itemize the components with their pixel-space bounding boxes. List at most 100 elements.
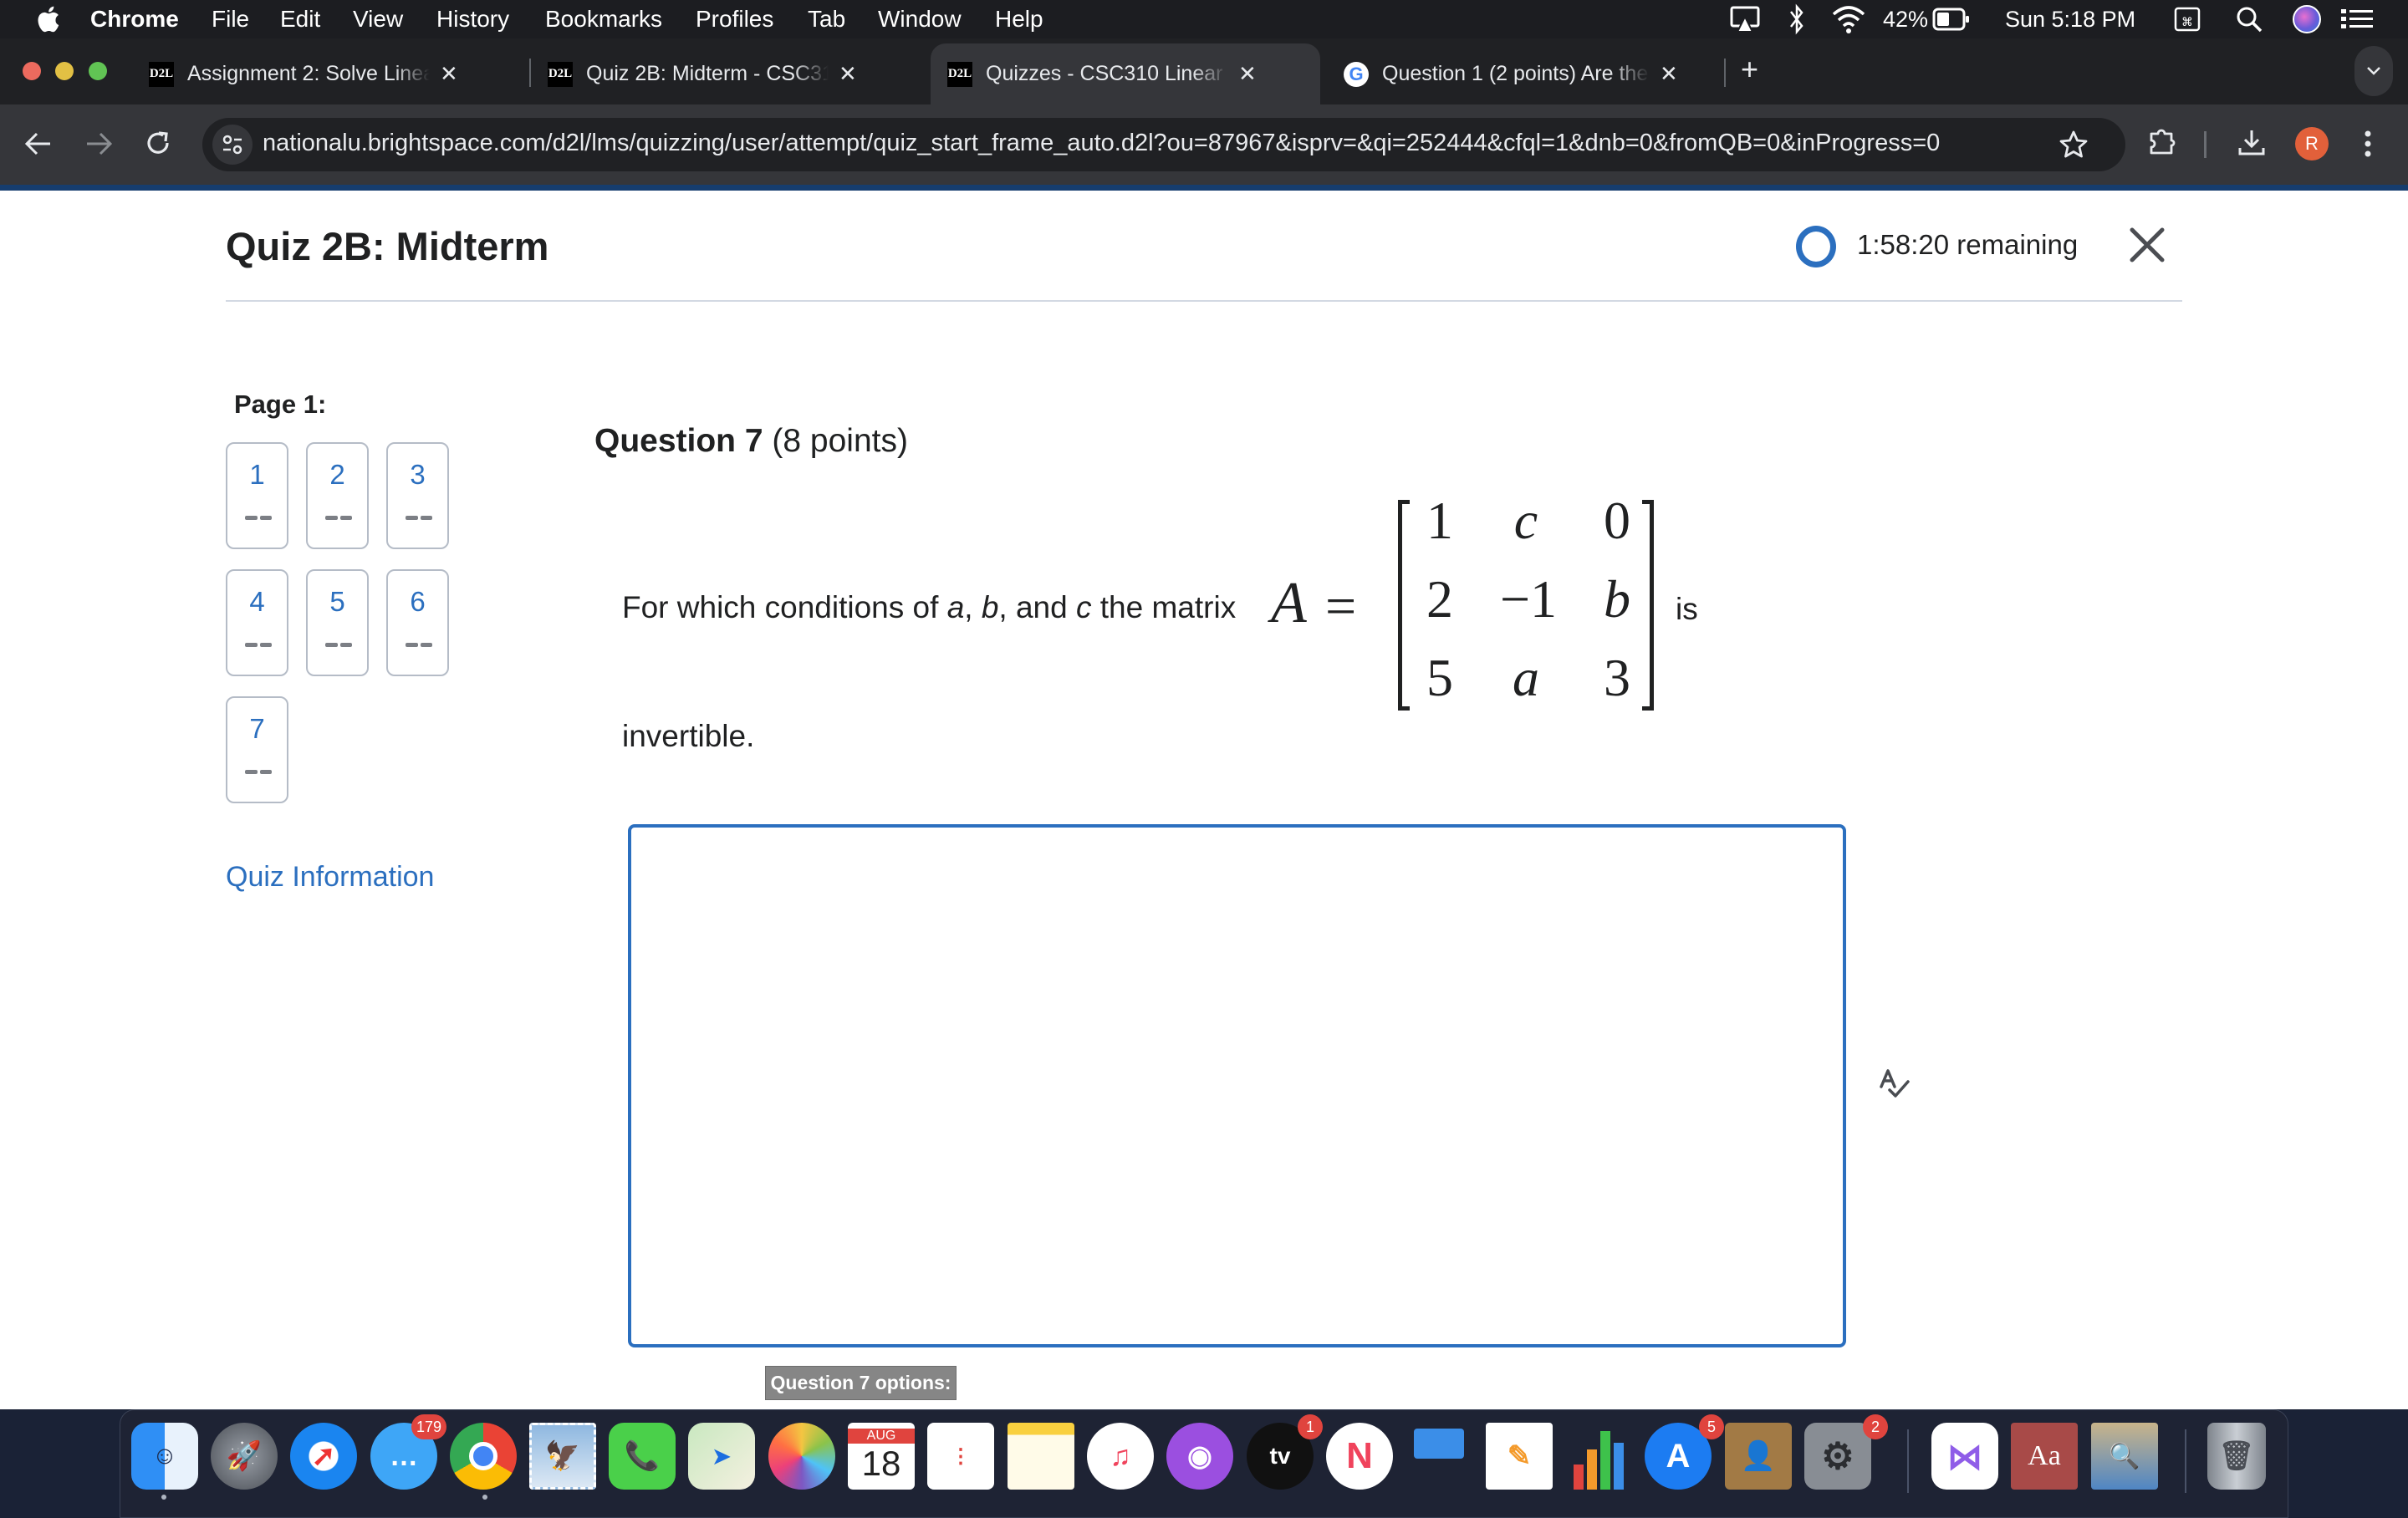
question-text-after: is	[1676, 592, 1698, 626]
airplay-icon[interactable]	[1730, 5, 1760, 33]
var-b: b	[981, 590, 999, 624]
question-nav-5[interactable]: 5	[306, 569, 369, 676]
tab-close-icon[interactable]: ✕	[1660, 61, 1678, 87]
dock-system-preferences[interactable]: ⚙	[1804, 1423, 1871, 1490]
tab-close-icon[interactable]: ✕	[1238, 61, 1257, 87]
dock-maps[interactable]: ➤	[688, 1423, 755, 1490]
matrix-cell-1-3: 0	[1604, 491, 1630, 550]
dock-mail[interactable]: 🦅	[529, 1423, 596, 1490]
dock-chrome[interactable]	[450, 1423, 517, 1490]
menu-file[interactable]: File	[212, 6, 249, 33]
question-number: 1	[249, 459, 265, 490]
dock-launchpad[interactable]: 🚀	[211, 1423, 278, 1490]
menubar-clock[interactable]: Sun 5:18 PM	[2005, 0, 2135, 38]
unanswered-indicator	[245, 516, 272, 520]
question-nav-2[interactable]: 2	[306, 442, 369, 549]
dock-finder[interactable]: ☺	[131, 1423, 198, 1490]
dock-trash[interactable]: 🗑	[2207, 1423, 2266, 1490]
dock-podcasts[interactable]: ◉	[1166, 1423, 1233, 1490]
chrome-menu-kebab-icon[interactable]	[2363, 129, 2373, 159]
dock-dictionary[interactable]: Aa	[2011, 1423, 2078, 1490]
tab-google-question-1[interactable]: G Question 1 (2 points) Are the ✕	[1344, 43, 1712, 104]
tab-assignment-2[interactable]: D2L Assignment 2: Solve Linear Al ✕	[149, 43, 517, 104]
text-part: the matrix	[1091, 590, 1237, 624]
tune-icon	[222, 135, 242, 155]
question-nav-3[interactable]: 3	[386, 442, 449, 549]
window-minimize-button[interactable]	[55, 62, 74, 80]
dock-pages[interactable]: ✎	[1486, 1423, 1553, 1490]
question-text: For which conditions of a, b, and c the …	[622, 590, 1236, 625]
menu-help[interactable]: Help	[995, 6, 1043, 33]
address-bar[interactable]: nationalu.brightspace.com/d2l/lms/quizzi…	[202, 118, 2125, 171]
close-quiz-button[interactable]	[2128, 226, 2166, 264]
menu-tab[interactable]: Tab	[808, 6, 845, 33]
profile-avatar[interactable]: R	[2295, 127, 2329, 160]
menu-view[interactable]: View	[353, 6, 403, 33]
bluetooth-icon[interactable]	[1788, 3, 1806, 35]
menu-bookmarks[interactable]: Bookmarks	[545, 6, 662, 33]
url-text[interactable]: nationalu.brightspace.com/d2l/lms/quizzi…	[263, 130, 1940, 157]
question-nav-6[interactable]: 6	[386, 569, 449, 676]
tab-close-icon[interactable]: ✕	[440, 61, 458, 87]
toolbar-divider	[2204, 131, 2206, 158]
running-indicator	[161, 1495, 166, 1500]
music-note-icon: ♫	[1110, 1439, 1131, 1472]
dock-calendar[interactable]: AUG 18	[848, 1423, 915, 1490]
extensions-puzzle-icon[interactable]	[2147, 127, 2177, 157]
dock-contacts[interactable]: 👤	[1725, 1423, 1792, 1490]
siri-icon[interactable]	[2293, 5, 2321, 33]
new-tab-button[interactable]: +	[1741, 52, 1758, 87]
question-text-end: invertible.	[622, 719, 755, 753]
answer-textarea[interactable]	[628, 824, 1846, 1347]
page-title: Quiz 2B: Midterm	[226, 224, 549, 268]
dock-reminders[interactable]: ⋮	[927, 1423, 994, 1490]
tab-search-button[interactable]	[2354, 46, 2393, 96]
keyboard-viewer-icon[interactable]: ⌘	[2174, 7, 2201, 32]
spotlight-search-icon[interactable]	[2235, 5, 2263, 33]
tab-title: Assignment 2: Solve Linear Al	[187, 62, 430, 85]
question-nav-7[interactable]: 7	[226, 696, 288, 803]
dock-safari[interactable]: ➚	[290, 1423, 357, 1490]
back-button[interactable]	[23, 130, 54, 158]
menu-app-chrome[interactable]: Chrome	[90, 6, 179, 33]
reload-button[interactable]	[143, 128, 173, 158]
tab-quizzes-active[interactable]: D2L Quizzes - CSC310 Linear Alge ✕	[931, 43, 1320, 104]
menu-history[interactable]: History	[436, 6, 509, 33]
question-number: 4	[249, 586, 265, 617]
menu-edit[interactable]: Edit	[280, 6, 320, 33]
dock-numbers[interactable]	[1565, 1423, 1632, 1490]
quiz-information-link[interactable]: Quiz Information	[226, 861, 434, 894]
wifi-icon[interactable]	[1830, 4, 1867, 34]
control-center-icon[interactable]	[2339, 8, 2375, 31]
matrix-cell-2-2: −1	[1499, 569, 1558, 629]
menu-profiles[interactable]: Profiles	[696, 6, 773, 33]
battery-icon[interactable]	[1932, 8, 1971, 31]
dock-photos[interactable]	[768, 1423, 835, 1490]
matrix-name: A	[1271, 571, 1307, 635]
spell-check-icon[interactable]	[1877, 1067, 1914, 1103]
question-nav-1[interactable]: 1	[226, 442, 288, 549]
question-number: 6	[410, 586, 426, 617]
dock-music[interactable]: ♫	[1087, 1423, 1154, 1490]
tab-quiz-2b-midterm[interactable]: D2L Quiz 2B: Midterm - CSC310 L ✕	[548, 43, 916, 104]
bookmark-star-icon[interactable]	[2059, 130, 2089, 160]
dock-news[interactable]: N	[1326, 1423, 1393, 1490]
dock-visual-studio[interactable]: ⋈	[1931, 1423, 1998, 1490]
unanswered-indicator	[245, 643, 272, 647]
downloads-icon[interactable]	[2237, 128, 2267, 158]
dock-notes[interactable]	[1008, 1423, 1074, 1490]
question-number: 7	[249, 713, 265, 744]
dock-keynote[interactable]	[1406, 1423, 1472, 1490]
pages-icon: ✎	[1507, 1440, 1532, 1472]
forward-button[interactable]	[84, 130, 114, 158]
window-close-button[interactable]	[23, 62, 41, 80]
apple-menu-icon[interactable]	[35, 5, 60, 33]
dock-facetime[interactable]: 📞	[609, 1423, 676, 1490]
site-info-button[interactable]	[212, 125, 253, 165]
dock-divider	[2185, 1429, 2186, 1493]
question-nav-4[interactable]: 4	[226, 569, 288, 676]
tab-close-icon[interactable]: ✕	[839, 61, 857, 87]
menu-window[interactable]: Window	[878, 6, 962, 33]
dock-preview[interactable]: 🔍	[2091, 1423, 2158, 1490]
window-zoom-button[interactable]	[89, 62, 107, 80]
